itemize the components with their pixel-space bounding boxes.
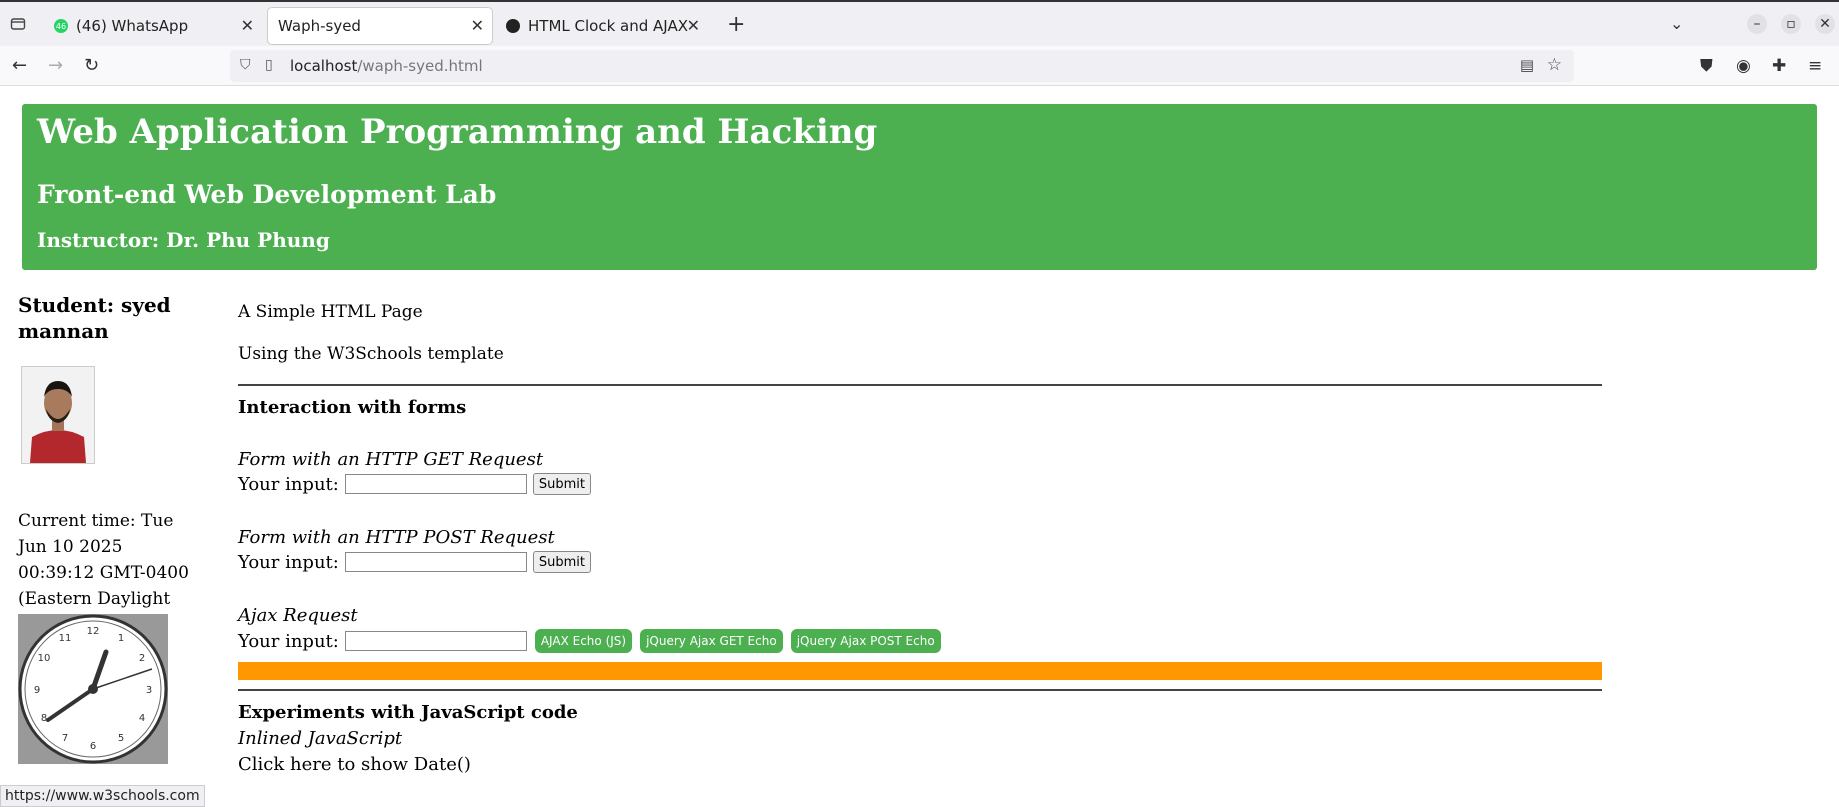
whatsapp-icon: 46 [54, 19, 68, 33]
post-submit-button[interactable]: Submit [532, 551, 591, 573]
divider [238, 384, 1602, 386]
response-bar [238, 662, 1602, 680]
post-form: Your input: Submit [238, 551, 591, 573]
account-icon[interactable]: ◉ [1736, 56, 1751, 76]
clock-number: 9 [34, 685, 40, 696]
menu-icon[interactable]: ≡ [1808, 56, 1822, 76]
page-title: Web Application Programming and Hacking [37, 112, 878, 152]
close-tab-icon[interactable]: ✕ [687, 16, 700, 35]
jquery-ajax-post-button[interactable]: jQuery Ajax POST Echo [790, 629, 941, 653]
shield-icon: ⛉ [240, 57, 251, 73]
js-section-heading: Experiments with JavaScript code [238, 702, 578, 723]
tab-bar: 46 (46) WhatsApp ✕ Waph-syed ✕ HTML Cloc… [0, 0, 1839, 46]
clock-number: 7 [62, 733, 68, 744]
clock-number: 3 [146, 685, 152, 696]
url-text: localhost/waph-syed.html [290, 57, 483, 75]
clock-number: 5 [118, 733, 124, 744]
tab-label: (46) WhatsApp [76, 17, 189, 35]
show-date-link[interactable]: Click here to show Date() [238, 754, 471, 775]
page-header: Web Application Programming and Hacking … [22, 104, 1817, 270]
reader-view-icon[interactable]: ▤ [1520, 56, 1534, 74]
tab-list-icon [10, 18, 26, 30]
input-label: Your input: [238, 630, 339, 652]
close-window-button[interactable]: ✕ [1815, 14, 1835, 34]
get-form: Your input: Submit [238, 473, 591, 495]
input-label: Your input: [238, 551, 339, 573]
jquery-ajax-get-button[interactable]: jQuery Ajax GET Echo [640, 629, 783, 653]
get-submit-button[interactable]: Submit [532, 473, 591, 495]
list-all-tabs-chevron-icon[interactable]: ⌄ [1670, 14, 1683, 33]
bookmark-star-icon[interactable]: ☆ [1547, 55, 1562, 75]
forward-arrow-icon[interactable]: → [48, 55, 63, 76]
page-info-icon[interactable]: ▯ [265, 57, 273, 73]
site-icon [506, 19, 520, 33]
tab-list-button[interactable] [6, 12, 30, 36]
back-arrow-icon[interactable]: ← [12, 55, 27, 76]
clock-number: 1 [118, 633, 124, 644]
ajax-input[interactable] [344, 631, 527, 651]
close-tab-icon[interactable]: ✕ [471, 16, 484, 35]
sidebar: Student: syed mannan Current time: Tue J… [18, 292, 189, 764]
minimize-button[interactable]: – [1747, 14, 1767, 34]
get-input[interactable] [344, 474, 527, 494]
new-tab-button[interactable]: + [727, 12, 745, 37]
tab-whatsapp[interactable]: 46 (46) WhatsApp ✕ [44, 8, 262, 44]
ajax-echo-js-button[interactable]: AJAX Echo (JS) [534, 629, 633, 653]
student-name: Student: syed mannan [18, 293, 171, 343]
post-input[interactable] [344, 552, 527, 572]
input-label: Your input: [238, 473, 339, 495]
page-content: Web Application Programming and Hacking … [0, 86, 1839, 805]
clock-number: 12 [87, 626, 100, 637]
navigation-bar: ← → ↻ ⛉ ▯ localhost/waph-syed.html ▤ ☆ ⛊… [0, 46, 1839, 86]
ajax-label: Ajax Request [238, 605, 358, 626]
tab-label: Waph-syed [278, 17, 361, 35]
divider [238, 689, 1602, 691]
tab-html-clock[interactable]: HTML Clock and AJAX ✕ [496, 8, 708, 44]
get-form-label: Form with an HTTP GET Request [238, 449, 544, 470]
clock-number: 4 [139, 713, 145, 724]
status-bar-url: https://www.w3schools.com [0, 785, 205, 807]
restore-button[interactable]: ▫ [1781, 14, 1801, 34]
intro-text: A Simple HTML Page [238, 302, 423, 322]
post-form-label: Form with an HTTP POST Request [238, 527, 555, 548]
clock-number: 6 [90, 741, 96, 752]
tab-label: HTML Clock and AJAX [528, 17, 688, 35]
close-tab-icon[interactable]: ✕ [241, 16, 254, 35]
student-photo [21, 366, 95, 464]
ajax-form: Your input: AJAX Echo (JS) jQuery Ajax G… [238, 629, 941, 653]
reload-icon[interactable]: ↻ [84, 55, 99, 76]
extensions-icon[interactable]: ✚ [1772, 56, 1786, 76]
clock-number: 10 [38, 653, 51, 664]
inlined-js-label: Inlined JavaScript [238, 728, 403, 749]
clock-number: 8 [41, 713, 47, 724]
url-bar[interactable]: ⛉ ▯ localhost/waph-syed.html ▤ ☆ [230, 50, 1574, 82]
clock-number: 11 [59, 633, 72, 644]
tab-waph-syed[interactable]: Waph-syed ✕ [268, 8, 492, 44]
forms-section-heading: Interaction with forms [238, 397, 467, 418]
pocket-icon[interactable]: ⛊ [1700, 56, 1713, 76]
template-text: Using the W3Schools template [238, 344, 504, 364]
analog-clock: 12 1 2 3 4 5 6 7 8 9 10 11 [18, 614, 168, 764]
clock-number: 2 [139, 653, 145, 664]
instructor-name: Instructor: Dr. Phu Phung [37, 228, 330, 252]
page-subtitle: Front-end Web Development Lab [37, 180, 497, 209]
